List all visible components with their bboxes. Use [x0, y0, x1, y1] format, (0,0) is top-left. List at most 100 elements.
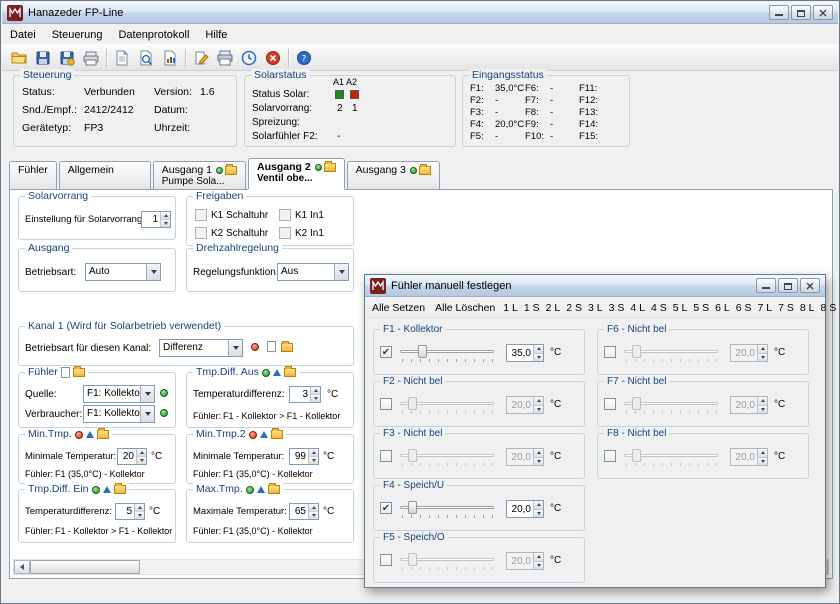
sensor-checkbox[interactable]: [604, 398, 616, 410]
folder-icon[interactable]: [114, 485, 126, 494]
slider-thumb[interactable]: [408, 449, 417, 462]
dialog-close-button[interactable]: [800, 278, 820, 293]
minimize-button[interactable]: [769, 5, 789, 20]
combo-dropdown-button[interactable]: [334, 264, 348, 280]
combo-dropdown-button[interactable]: [146, 264, 160, 280]
tmpdiff-aus-spinner[interactable]: 3: [289, 386, 321, 403]
menu-datei[interactable]: Datei: [2, 27, 44, 43]
tab-ausgang-3[interactable]: Ausgang 3: [347, 161, 440, 189]
arrow-icon[interactable]: [273, 369, 281, 376]
sensor-checkbox[interactable]: [380, 450, 392, 462]
spin-down-button[interactable]: [758, 406, 767, 414]
folder-icon[interactable]: [281, 343, 293, 352]
k2-schaltuhr-checkbox[interactable]: [195, 227, 207, 239]
sensor-value-input[interactable]: 20,0: [730, 396, 768, 414]
menu-datenprotokoll[interactable]: Datenprotokoll: [110, 27, 197, 43]
combo-dropdown-button[interactable]: [228, 340, 242, 356]
kanal1-betriebsart-combobox[interactable]: Differenz: [159, 339, 243, 357]
spin-up-button[interactable]: [758, 449, 767, 458]
page-icon[interactable]: [61, 367, 70, 378]
sensor-value-input[interactable]: 35,0: [506, 344, 544, 362]
spin-up-button[interactable]: [309, 504, 318, 512]
slider-thumb[interactable]: [632, 345, 641, 358]
tab-allgemein[interactable]: Allgemein: [59, 161, 151, 189]
menu-2s[interactable]: 2 S: [563, 300, 585, 316]
solarvorrang-spinner[interactable]: 1: [141, 211, 171, 228]
sensor-value-input[interactable]: 20,0: [506, 500, 544, 518]
spin-up-button[interactable]: [534, 449, 543, 458]
maximize-button[interactable]: [791, 5, 811, 20]
verbraucher-combobox[interactable]: F1: Kollektor: [83, 405, 155, 423]
slider-thumb[interactable]: [632, 397, 641, 410]
spin-down-button[interactable]: [534, 510, 543, 518]
slider-thumb[interactable]: [408, 553, 417, 566]
spin-down-button[interactable]: [135, 512, 144, 519]
doc-new-button[interactable]: [110, 47, 134, 69]
quelle-combobox[interactable]: F1: Kollektor: [83, 385, 155, 403]
disconnect-button[interactable]: [261, 47, 285, 69]
sensor-slider[interactable]: [398, 551, 496, 571]
menu-3l[interactable]: 3 L: [585, 300, 606, 316]
folder-icon[interactable]: [268, 485, 280, 494]
min-tmp-spinner[interactable]: 20: [117, 448, 147, 465]
spin-down-button[interactable]: [758, 458, 767, 466]
k1-in1-checkbox[interactable]: [279, 209, 291, 221]
spin-up-button[interactable]: [137, 449, 146, 457]
betriebsart-combobox[interactable]: Auto: [85, 263, 161, 281]
sensor-slider[interactable]: [398, 395, 496, 415]
tab-fuehler[interactable]: Fühler: [9, 161, 57, 189]
spin-up-button[interactable]: [309, 449, 318, 457]
arrow-icon[interactable]: [86, 431, 94, 438]
regelungsfunktion-combobox[interactable]: Aus: [277, 263, 349, 281]
menu-steuerung[interactable]: Steuerung: [44, 27, 111, 43]
sensor-checkbox[interactable]: ✔: [380, 346, 392, 358]
close-button[interactable]: [813, 5, 833, 20]
spin-up-button[interactable]: [534, 397, 543, 406]
min-tmp2-spinner[interactable]: 99: [289, 448, 319, 465]
spin-up-button[interactable]: [534, 501, 543, 510]
folder-icon[interactable]: [73, 368, 85, 377]
k1-schaltuhr-checkbox[interactable]: [195, 209, 207, 221]
open-button[interactable]: [7, 47, 31, 69]
tab-ausgang-2[interactable]: Ausgang 2 Ventil obe...: [248, 158, 345, 189]
arrow-icon[interactable]: [257, 486, 265, 493]
alle-setzen-button[interactable]: Alle Setzen: [367, 300, 430, 316]
spin-down-button[interactable]: [161, 220, 170, 227]
menu-7l[interactable]: 7 L: [755, 300, 776, 316]
save-button[interactable]: [31, 47, 55, 69]
spin-down-button[interactable]: [758, 354, 767, 362]
spin-up-button[interactable]: [135, 504, 144, 512]
sensor-slider[interactable]: [622, 395, 720, 415]
sensor-slider[interactable]: [398, 447, 496, 467]
spin-down-button[interactable]: [534, 354, 543, 362]
alle-loeschen-button[interactable]: Alle Löschen: [430, 300, 500, 316]
spin-up-button[interactable]: [161, 212, 170, 220]
arrow-icon[interactable]: [103, 486, 111, 493]
combo-dropdown-button[interactable]: [140, 406, 154, 422]
spin-down-button[interactable]: [309, 512, 318, 519]
spin-up-button[interactable]: [534, 345, 543, 354]
k2-in1-checkbox[interactable]: [279, 227, 291, 239]
sensor-value-input[interactable]: 20,0: [506, 448, 544, 466]
slider-thumb[interactable]: [632, 449, 641, 462]
arrow-icon[interactable]: [260, 431, 268, 438]
sensor-checkbox[interactable]: [380, 554, 392, 566]
spin-down-button[interactable]: [534, 406, 543, 414]
print-button[interactable]: [79, 47, 103, 69]
dialog-maximize-button[interactable]: [778, 278, 798, 293]
sensor-value-input[interactable]: 20,0: [506, 552, 544, 570]
sensor-slider[interactable]: [398, 343, 496, 363]
menu-8l[interactable]: 8 L: [797, 300, 818, 316]
menu-4l[interactable]: 4 L: [627, 300, 648, 316]
tab-ausgang-1[interactable]: Ausgang 1 Pumpe Sola...: [153, 161, 246, 189]
help-button[interactable]: ?: [292, 47, 316, 69]
spin-down-button[interactable]: [534, 562, 543, 570]
save-as-button[interactable]: [55, 47, 79, 69]
combo-dropdown-button[interactable]: [140, 386, 154, 402]
menu-3s[interactable]: 3 S: [606, 300, 628, 316]
menu-8s[interactable]: 8 S: [817, 300, 839, 316]
sensor-slider[interactable]: [622, 343, 720, 363]
folder-icon[interactable]: [97, 430, 109, 439]
dialog-minimize-button[interactable]: [756, 278, 776, 293]
doc-report-button[interactable]: [158, 47, 182, 69]
